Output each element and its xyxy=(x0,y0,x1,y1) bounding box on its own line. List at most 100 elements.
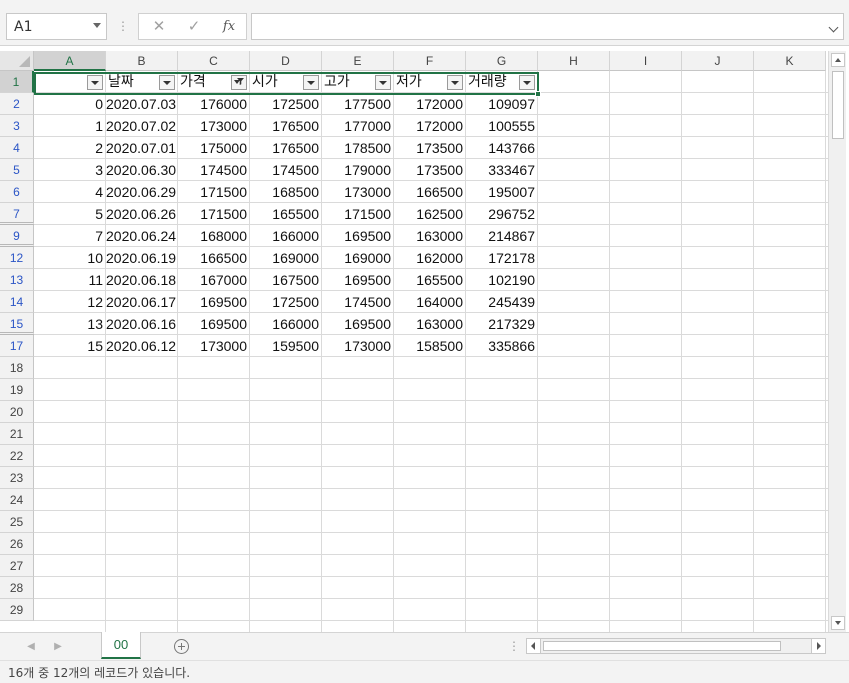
table-cell[interactable]: 100555 xyxy=(466,115,537,137)
table-cell[interactable]: 195007 xyxy=(466,181,537,203)
table-cell[interactable]: 7 xyxy=(34,225,105,247)
row-header-4[interactable]: 4 xyxy=(0,137,34,159)
previous-sheet-icon[interactable]: ◀ xyxy=(26,640,36,654)
name-box[interactable]: A1 xyxy=(6,13,107,40)
row-header-2[interactable]: 2 xyxy=(0,93,34,115)
table-cell[interactable]: 335866 xyxy=(466,335,537,357)
table-cell[interactable]: 159500 xyxy=(250,335,321,357)
table-cell[interactable]: 174500 xyxy=(178,159,249,181)
fill-handle[interactable] xyxy=(535,91,541,97)
sheet-tab[interactable]: 00 xyxy=(101,632,141,659)
table-cell[interactable]: 169500 xyxy=(322,313,393,335)
table-cell[interactable]: 2020.06.12 xyxy=(106,335,177,357)
table-cell[interactable]: 166000 xyxy=(250,313,321,335)
row-header-5[interactable]: 5 xyxy=(0,159,34,181)
row-header-26[interactable]: 26 xyxy=(0,533,34,555)
table-cell[interactable]: 2020.06.16 xyxy=(106,313,177,335)
scroll-right-icon[interactable] xyxy=(811,639,825,653)
table-cell[interactable]: 169500 xyxy=(178,313,249,335)
row-header-15[interactable]: 15 xyxy=(0,313,34,335)
row-header-19[interactable]: 19 xyxy=(0,379,34,401)
table-cell[interactable]: 15 xyxy=(34,335,105,357)
table-cell[interactable]: 4 xyxy=(34,181,105,203)
table-cell[interactable]: 171500 xyxy=(178,181,249,203)
table-cell[interactable]: 176000 xyxy=(178,93,249,115)
horizontal-scroll-thumb[interactable] xyxy=(543,641,781,651)
table-cell[interactable]: 2020.06.17 xyxy=(106,291,177,313)
table-cell[interactable]: 178500 xyxy=(322,137,393,159)
table-cell[interactable]: 176500 xyxy=(250,115,321,137)
table-cell[interactable]: 173000 xyxy=(178,335,249,357)
column-header-c[interactable]: C xyxy=(178,51,250,71)
table-cell[interactable]: 173500 xyxy=(394,137,465,159)
table-cell[interactable]: 162500 xyxy=(394,203,465,225)
row-header-28[interactable]: 28 xyxy=(0,577,34,599)
scroll-left-icon[interactable] xyxy=(527,639,541,653)
row-header-14[interactable]: 14 xyxy=(0,291,34,313)
table-cell[interactable]: 177500 xyxy=(322,93,393,115)
horizontal-scrollbar[interactable] xyxy=(526,638,826,654)
table-cell[interactable]: 169000 xyxy=(250,247,321,269)
table-cell[interactable]: 171500 xyxy=(322,203,393,225)
row-header-1[interactable]: 1 xyxy=(0,71,34,93)
column-header-d[interactable]: D xyxy=(250,51,322,71)
table-cell[interactable]: 169500 xyxy=(322,269,393,291)
table-cell[interactable]: 12 xyxy=(34,291,105,313)
table-cell[interactable]: 171500 xyxy=(178,203,249,225)
table-cell[interactable]: 166500 xyxy=(394,181,465,203)
table-cell[interactable]: 163000 xyxy=(394,313,465,335)
table-cell[interactable]: 173000 xyxy=(322,335,393,357)
table-cell[interactable]: 166000 xyxy=(250,225,321,247)
table-cell[interactable]: 164000 xyxy=(394,291,465,313)
table-cell[interactable]: 2020.06.18 xyxy=(106,269,177,291)
table-cell[interactable]: 174500 xyxy=(322,291,393,313)
table-cell[interactable]: 162000 xyxy=(394,247,465,269)
table-cell[interactable]: 172000 xyxy=(394,93,465,115)
table-cell[interactable]: 173000 xyxy=(322,181,393,203)
table-cell[interactable]: 174500 xyxy=(250,159,321,181)
row-header-17[interactable]: 17 xyxy=(0,335,34,357)
table-cell[interactable]: 166500 xyxy=(178,247,249,269)
vertical-scroll-thumb[interactable] xyxy=(832,71,844,139)
expand-formula-bar-icon[interactable] xyxy=(828,22,839,33)
table-cell[interactable]: 173500 xyxy=(394,159,465,181)
table-cell[interactable]: 2020.07.03 xyxy=(106,93,177,115)
row-header-29[interactable]: 29 xyxy=(0,599,34,621)
table-cell[interactable]: 165500 xyxy=(394,269,465,291)
table-cell[interactable]: 245439 xyxy=(466,291,537,313)
table-cell[interactable]: 2020.06.30 xyxy=(106,159,177,181)
column-header-j[interactable]: J xyxy=(682,51,754,71)
table-cell[interactable]: 5 xyxy=(34,203,105,225)
column-header-f[interactable]: F xyxy=(394,51,466,71)
formula-bar-grip-icon[interactable]: ⋮ xyxy=(117,16,129,36)
table-cell[interactable]: 168500 xyxy=(250,181,321,203)
table-cell[interactable]: 168000 xyxy=(178,225,249,247)
table-cell[interactable]: 2020.06.24 xyxy=(106,225,177,247)
table-cell[interactable]: 175000 xyxy=(178,137,249,159)
table-cell[interactable]: 13 xyxy=(34,313,105,335)
next-sheet-icon[interactable]: ▶ xyxy=(53,640,63,654)
scroll-up-icon[interactable] xyxy=(831,53,845,67)
table-cell[interactable]: 169000 xyxy=(322,247,393,269)
row-header-24[interactable]: 24 xyxy=(0,489,34,511)
column-header-h[interactable]: H xyxy=(538,51,610,71)
row-header-13[interactable]: 13 xyxy=(0,269,34,291)
row-header-23[interactable]: 23 xyxy=(0,467,34,489)
table-cell[interactable]: 167500 xyxy=(250,269,321,291)
tab-split-handle-icon[interactable]: ⋮ xyxy=(508,639,520,654)
table-cell[interactable]: 143766 xyxy=(466,137,537,159)
cancel-icon[interactable]: ✕ xyxy=(141,14,177,39)
worksheet-grid[interactable]: ABCDEFGHIJK 1 2 3 4 5 6 7 9 12 13 14 15 17 18 19 20 21 22… xyxy=(0,51,828,632)
column-header-b[interactable]: B xyxy=(106,51,178,71)
table-cell[interactable]: 296752 xyxy=(466,203,537,225)
table-cell[interactable]: 158500 xyxy=(394,335,465,357)
table-cell[interactable]: 217329 xyxy=(466,313,537,335)
insert-function-button[interactable]: fx xyxy=(211,14,247,39)
row-header-12[interactable]: 12 xyxy=(0,247,34,269)
table-cell[interactable]: 2020.06.19 xyxy=(106,247,177,269)
table-cell[interactable]: 176500 xyxy=(250,137,321,159)
column-header-e[interactable]: E xyxy=(322,51,394,71)
formula-input[interactable] xyxy=(251,13,844,40)
table-cell[interactable]: 165500 xyxy=(250,203,321,225)
table-cell[interactable]: 2020.06.29 xyxy=(106,181,177,203)
